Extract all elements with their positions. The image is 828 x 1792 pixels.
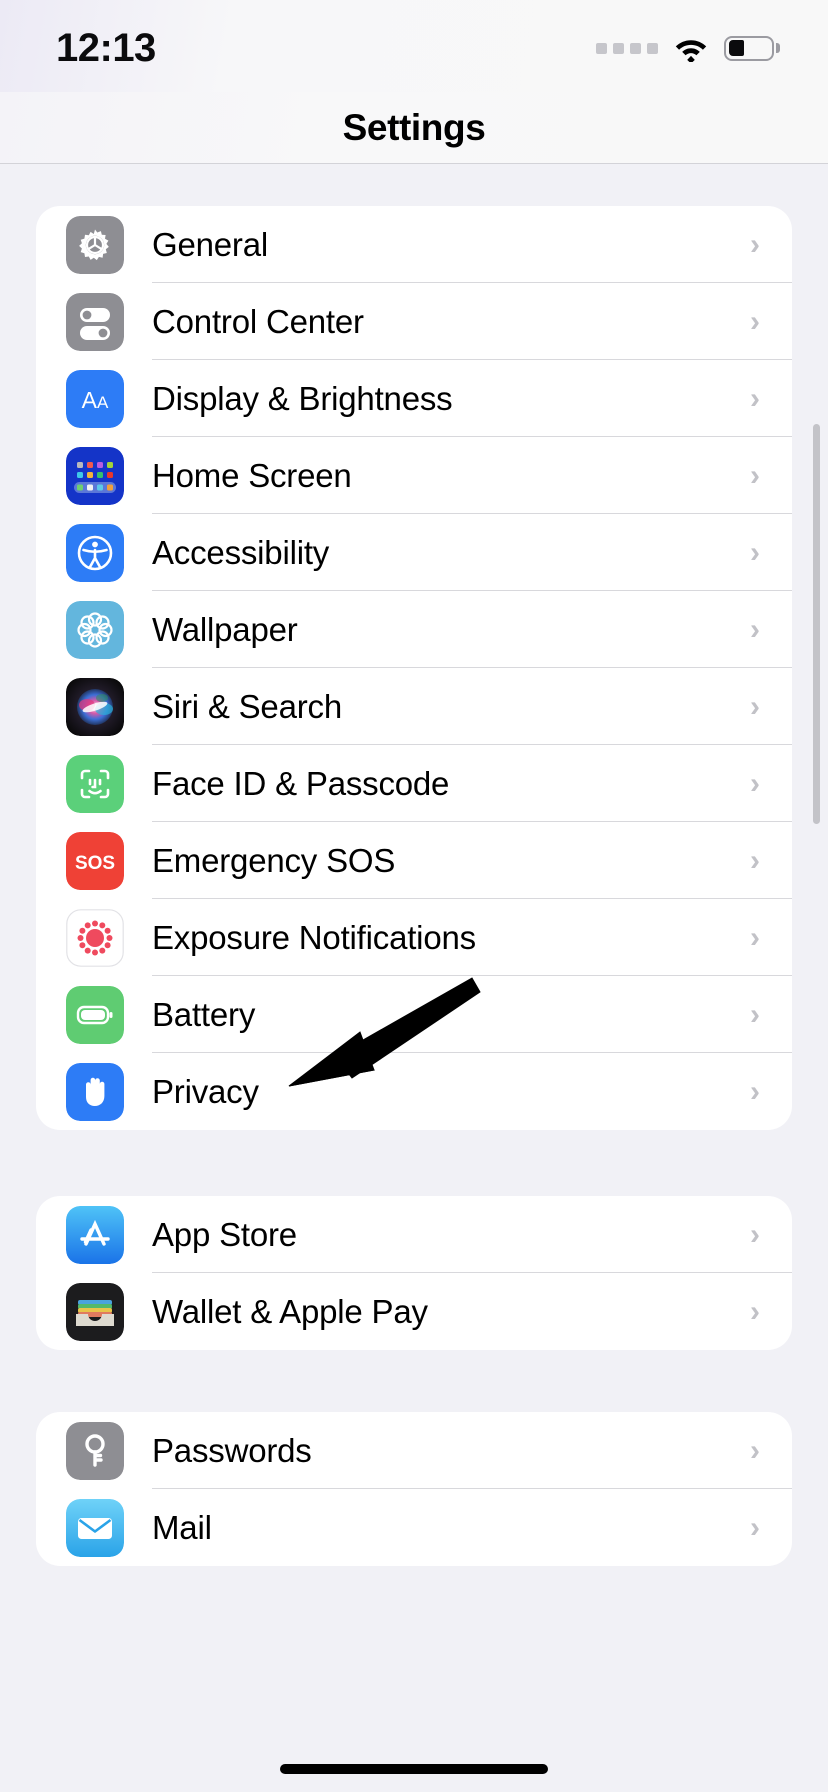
accessibility-icon bbox=[66, 523, 124, 582]
home-indicator bbox=[280, 1764, 548, 1774]
chevron-right-icon: › bbox=[750, 381, 760, 415]
settings-row-label: Wallpaper bbox=[152, 610, 298, 648]
settings-row-label: Accessibility bbox=[152, 533, 330, 571]
settings-row-control-center[interactable]: Control Center › bbox=[36, 283, 792, 360]
gear-icon bbox=[66, 215, 124, 274]
settings-row-app-store[interactable]: App Store › bbox=[36, 1196, 792, 1273]
settings-row-label: Wallet & Apple Pay bbox=[152, 1292, 428, 1330]
chevron-right-icon: › bbox=[750, 1433, 760, 1467]
settings-row-label: Siri & Search bbox=[152, 687, 342, 725]
chevron-right-icon: › bbox=[750, 1074, 760, 1108]
settings-row-siri-search[interactable]: Siri & Search › bbox=[36, 668, 792, 745]
chevron-right-icon: › bbox=[750, 458, 760, 492]
settings-row-accessibility[interactable]: Accessibility › bbox=[36, 514, 792, 591]
status-bar: 12:13 bbox=[0, 0, 828, 92]
navigation-bar: Settings bbox=[0, 92, 828, 164]
settings-row-label: Home Screen bbox=[152, 456, 352, 494]
settings-group-accounts: Passwords › Mail › bbox=[36, 1412, 792, 1566]
display-brightness-icon: AA bbox=[66, 369, 124, 428]
app-store-icon bbox=[66, 1205, 124, 1264]
settings-row-label: General bbox=[152, 225, 269, 263]
settings-scroll-view[interactable]: General › Control Center › AA Display & … bbox=[0, 164, 828, 1792]
chevron-right-icon: › bbox=[750, 920, 760, 954]
chevron-right-icon: › bbox=[750, 689, 760, 723]
sos-icon: SOS bbox=[66, 831, 124, 890]
settings-row-label: Battery bbox=[152, 995, 256, 1033]
settings-row-label: Face ID & Passcode bbox=[152, 764, 450, 802]
chevron-right-icon: › bbox=[750, 535, 760, 569]
settings-row-mail[interactable]: Mail › bbox=[36, 1489, 792, 1566]
settings-row-emergency-sos[interactable]: SOS Emergency SOS › bbox=[36, 822, 792, 899]
settings-row-label: Exposure Notifications bbox=[152, 918, 476, 956]
settings-row-battery[interactable]: Battery › bbox=[36, 976, 792, 1053]
exposure-notifications-icon bbox=[66, 908, 124, 967]
face-id-icon bbox=[66, 754, 124, 813]
battery-settings-icon bbox=[66, 985, 124, 1044]
status-bar-clock: 12:13 bbox=[56, 26, 156, 70]
privacy-hand-icon bbox=[66, 1062, 124, 1121]
settings-row-display-brightness[interactable]: AA Display & Brightness › bbox=[36, 360, 792, 437]
settings-row-label: App Store bbox=[152, 1215, 297, 1253]
mail-icon bbox=[66, 1498, 124, 1557]
settings-group-store: App Store › Wallet & Apple Pay › bbox=[36, 1196, 792, 1350]
settings-row-wallpaper[interactable]: Wallpaper › bbox=[36, 591, 792, 668]
wallet-icon bbox=[66, 1282, 124, 1341]
chevron-right-icon: › bbox=[750, 304, 760, 338]
svg-text:SOS: SOS bbox=[75, 853, 115, 874]
chevron-right-icon: › bbox=[750, 612, 760, 646]
passwords-key-icon bbox=[66, 1421, 124, 1480]
wifi-icon bbox=[672, 34, 710, 62]
settings-row-label: Privacy bbox=[152, 1072, 259, 1110]
page-title: Settings bbox=[342, 106, 486, 148]
chevron-right-icon: › bbox=[750, 843, 760, 877]
settings-row-label: Passwords bbox=[152, 1431, 312, 1469]
chevron-right-icon: › bbox=[750, 227, 760, 261]
wallpaper-icon bbox=[66, 600, 124, 659]
cellular-dots-icon bbox=[596, 42, 658, 54]
battery-icon bbox=[724, 35, 780, 61]
settings-row-home-screen[interactable]: Home Screen › bbox=[36, 437, 792, 514]
chevron-right-icon: › bbox=[750, 1510, 760, 1544]
status-bar-indicators bbox=[596, 34, 780, 62]
chevron-right-icon: › bbox=[750, 997, 760, 1031]
chevron-right-icon: › bbox=[750, 1217, 760, 1251]
settings-row-label: Control Center bbox=[152, 302, 364, 340]
settings-row-general[interactable]: General › bbox=[36, 206, 792, 283]
settings-row-passwords[interactable]: Passwords › bbox=[36, 1412, 792, 1489]
chevron-right-icon: › bbox=[750, 766, 760, 800]
settings-row-label: Mail bbox=[152, 1508, 212, 1546]
settings-row-label: Emergency SOS bbox=[152, 841, 396, 879]
chevron-right-icon: › bbox=[750, 1294, 760, 1328]
settings-row-wallet-apple-pay[interactable]: Wallet & Apple Pay › bbox=[36, 1273, 792, 1350]
iphone-settings-screen: 12:13 Settings General › Control Center … bbox=[0, 0, 828, 1792]
settings-row-face-id-passcode[interactable]: Face ID & Passcode › bbox=[36, 745, 792, 822]
control-center-icon bbox=[66, 292, 124, 351]
settings-row-privacy[interactable]: Privacy › bbox=[36, 1053, 792, 1130]
siri-icon bbox=[66, 677, 124, 736]
settings-row-label: Display & Brightness bbox=[152, 379, 453, 417]
scroll-indicator[interactable] bbox=[813, 424, 820, 824]
settings-group-system: General › Control Center › AA Display & … bbox=[36, 206, 792, 1130]
home-screen-icon bbox=[66, 446, 124, 505]
settings-row-exposure-notifications[interactable]: Exposure Notifications › bbox=[36, 899, 792, 976]
